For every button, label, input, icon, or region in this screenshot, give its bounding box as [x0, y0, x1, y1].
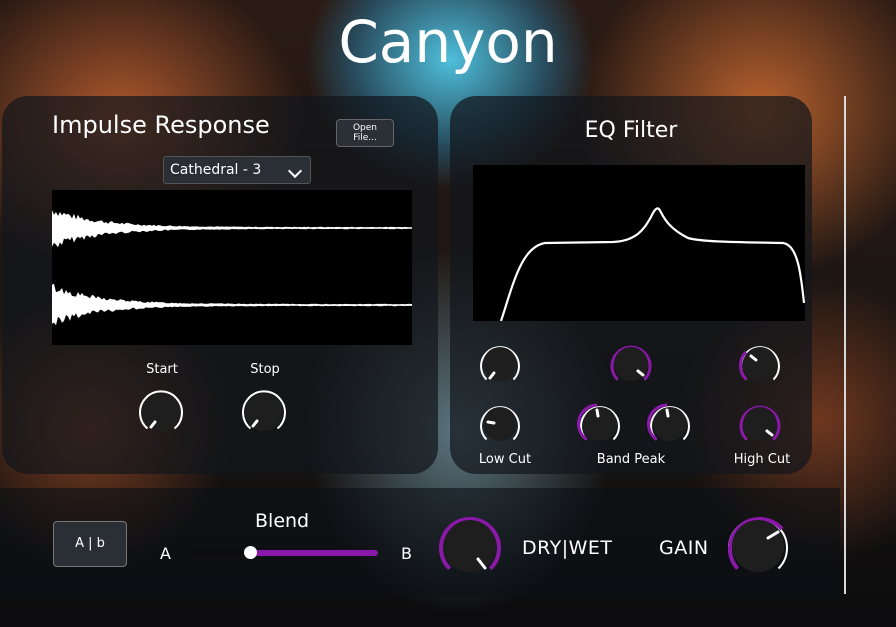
- start-knob[interactable]: [136, 388, 186, 436]
- blend-slider-fill: [250, 550, 378, 556]
- app-title: Canyon: [338, 8, 558, 76]
- band-peak-q-knob[interactable]: [647, 402, 693, 446]
- dry-wet-knob[interactable]: [436, 513, 504, 579]
- eq-response-curve: [499, 207, 806, 322]
- open-file-label-line1: Open: [352, 123, 378, 133]
- blend-a-label: A: [160, 544, 171, 563]
- blend-b-label: B: [401, 544, 412, 563]
- waveform-channel-left: [52, 210, 412, 248]
- open-file-label-line2: File...: [353, 133, 377, 143]
- blend-slider-thumb[interactable]: [244, 546, 257, 559]
- stop-knob-label: Stop: [250, 362, 280, 377]
- ab-toggle-button[interactable]: A | b: [53, 521, 127, 567]
- impulse-response-title: Impulse Response: [52, 111, 270, 139]
- gain-label: GAIN: [659, 537, 709, 559]
- start-knob-label: Start: [146, 362, 178, 377]
- divider-line: [844, 96, 846, 594]
- band-peak-label: Band Peak: [596, 452, 666, 467]
- stop-knob[interactable]: [239, 388, 289, 436]
- band-peak-freq-knob[interactable]: [577, 402, 623, 446]
- eq-filter-title: EQ Filter: [584, 118, 678, 143]
- chevron-down-icon: [287, 163, 303, 179]
- gain-knob[interactable]: [724, 513, 792, 579]
- low-cut-q-knob[interactable]: [477, 402, 523, 446]
- dry-wet-label: DRY|WET: [522, 537, 613, 559]
- ir-preset-value: Cathedral - 3: [170, 162, 262, 178]
- waveform-svg: [52, 210, 412, 326]
- high-cut-label: High Cut: [733, 452, 791, 467]
- eq-response-graph: [473, 165, 806, 322]
- waveform-channel-right: [52, 283, 412, 326]
- open-file-button[interactable]: Open File...: [336, 119, 394, 147]
- eq-curve-svg: [499, 207, 806, 322]
- ir-waveform-display: [52, 190, 412, 345]
- band-peak-gain-knob[interactable]: [608, 342, 654, 386]
- blend-label: Blend: [255, 510, 310, 532]
- high-cut-freq-knob[interactable]: [737, 342, 783, 386]
- ir-preset-dropdown[interactable]: Cathedral - 3: [163, 156, 311, 184]
- low-cut-freq-knob[interactable]: [477, 342, 523, 386]
- high-cut-q-knob[interactable]: [737, 402, 783, 446]
- low-cut-label: Low Cut: [478, 452, 532, 467]
